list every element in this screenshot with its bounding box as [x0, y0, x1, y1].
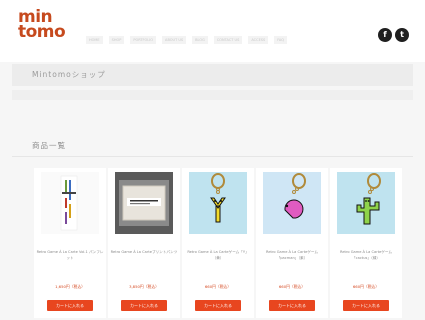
product-price: 660円（税込） [352, 284, 380, 289]
nav-item-faq[interactable]: FAQ [274, 36, 288, 44]
product-card[interactable]: Retro Game À La Carte Vol.1 パンフレット 1,650… [34, 168, 106, 318]
twitter-icon[interactable]: t [395, 28, 409, 42]
product-card[interactable]: Retro Game À La Carteゲーム「cactus」（緑） 660円… [330, 168, 402, 318]
product-card[interactable]: Retro Game À La Carteゲーム「pacman」（紫） 660円… [256, 168, 328, 318]
nav-item-access[interactable]: ACCESS [248, 36, 269, 44]
section-title: 商品一覧 [32, 141, 66, 150]
product-name[interactable]: Retro Game À La Carte Vol.1 パンフレット [36, 250, 104, 261]
sub-band [12, 90, 413, 100]
product-price: 660円（税込） [278, 284, 306, 289]
logo-line-2: tomo [18, 22, 66, 42]
product-price: 660円（税込） [204, 284, 232, 289]
product-name[interactable]: Retro Game À La Carteゲーム「pacman」（紫） [258, 250, 326, 261]
nav-item-contact[interactable]: CONTACT US [213, 36, 243, 44]
product-name[interactable]: Retro Game À La Carteゲーム「cactus」（緑） [332, 250, 400, 261]
add-to-cart-button[interactable]: カートに入れる [343, 300, 389, 311]
add-to-cart-button[interactable]: カートに入れる [121, 300, 167, 311]
nav-item-about[interactable]: ABOUT US [162, 36, 187, 44]
product-card[interactable]: Retro Game À La Carteプリントパンツ 3,850円（税込） … [108, 168, 180, 318]
product-image-keychain-green[interactable] [337, 172, 395, 234]
product-name[interactable]: Retro Game À La Carteプリントパンツ [110, 250, 178, 256]
product-image-book[interactable] [41, 172, 99, 234]
nav-item-shop[interactable]: SHOP [108, 36, 125, 44]
product-image-package[interactable] [115, 172, 173, 234]
product-price: 1,650円（税込） [55, 284, 85, 289]
site-header: min tomo HOME SHOP PORTFOLIO ABOUT US BL… [0, 0, 425, 62]
nav-item-portfolio[interactable]: PORTFOLIO [130, 36, 157, 44]
section-divider [12, 156, 413, 157]
main-nav: HOME SHOP PORTFOLIO ABOUT US BLOG CONTAC… [86, 36, 288, 44]
add-to-cart-button[interactable]: カートに入れる [47, 300, 93, 311]
social-links: f t [378, 28, 409, 42]
add-to-cart-button[interactable]: カートに入れる [195, 300, 241, 311]
site-logo[interactable]: min tomo [18, 9, 72, 42]
product-image-keychain-pink[interactable] [263, 172, 321, 234]
nav-item-blog[interactable]: BLOG [192, 36, 208, 44]
product-price: 3,850円（税込） [129, 284, 159, 289]
nav-item-home[interactable]: HOME [86, 36, 103, 44]
facebook-icon[interactable]: f [378, 28, 392, 42]
product-card[interactable]: Retro Game À La Carteゲーム「Y」（黄） 660円（税込） … [182, 168, 254, 318]
product-image-keychain-yellow[interactable] [189, 172, 247, 234]
product-grid: Retro Game À La Carte Vol.1 パンフレット 1,650… [34, 168, 412, 318]
add-to-cart-button[interactable]: カートに入れる [269, 300, 315, 311]
product-name[interactable]: Retro Game À La Carteゲーム「Y」（黄） [184, 250, 252, 261]
shop-title: Mintomoショップ [32, 70, 106, 79]
